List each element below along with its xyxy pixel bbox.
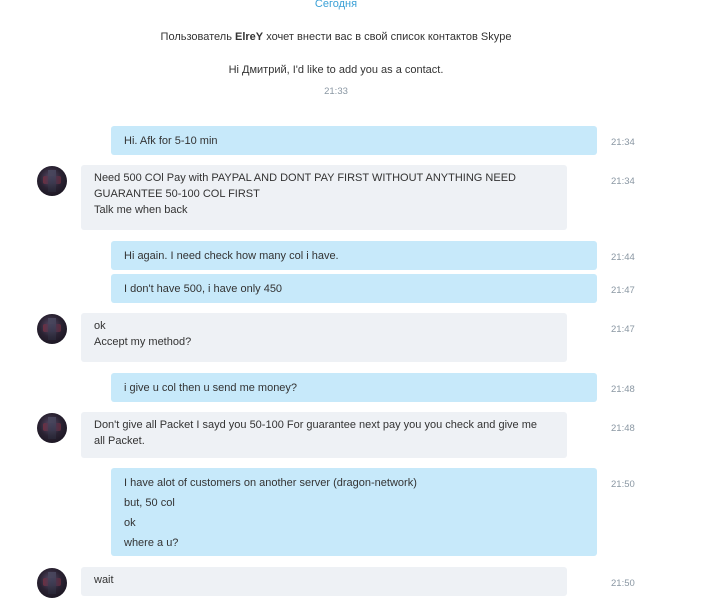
incoming-message[interactable]: Need 500 COl Pay with PAYPAL AND DONT PA… — [81, 165, 567, 230]
message-text: ok — [94, 320, 106, 332]
message-timestamp: 21:47 — [611, 324, 635, 335]
outgoing-message[interactable]: I don't have 500, i have only 450 — [111, 274, 597, 303]
message-text: but, 50 col — [124, 497, 175, 509]
message-text: Accept my method? — [94, 336, 192, 348]
contact-avatar[interactable] — [37, 568, 67, 598]
message-timestamp: 21:48 — [611, 423, 635, 434]
message-text: Don't give all Packet I sayd you 50-100 … — [94, 419, 537, 431]
message-text: I have alot of customers on another serv… — [124, 477, 417, 489]
contact-avatar[interactable] — [37, 314, 67, 344]
outgoing-message[interactable]: Hi again. I need check how many col i ha… — [111, 241, 597, 270]
contact-request-time: 21:33 — [324, 86, 348, 97]
message-text: i give u col then u send me money? — [124, 382, 298, 394]
request-prefix: Пользователь — [160, 31, 235, 43]
outgoing-message[interactable]: i give u col then u send me money? — [111, 373, 597, 402]
request-username[interactable]: ElreY — [235, 31, 263, 43]
message-timestamp: 21:44 — [611, 252, 635, 263]
message-timestamp: 21:48 — [611, 384, 635, 395]
message-text: Talk me when back — [94, 204, 188, 216]
message-text: Need 500 COl Pay with PAYPAL AND DONT PA… — [94, 172, 516, 184]
contact-avatar[interactable] — [37, 166, 67, 196]
outgoing-message[interactable]: Hi. Afk for 5-10 min — [111, 126, 597, 155]
incoming-message[interactable]: wait — [81, 567, 567, 596]
message-timestamp: 21:34 — [611, 137, 635, 148]
message-text: I don't have 500, i have only 450 — [124, 283, 283, 295]
message-timestamp: 21:47 — [611, 285, 635, 296]
message-text: Hi. Afk for 5-10 min — [124, 135, 218, 147]
message-timestamp: 21:34 — [611, 176, 635, 187]
message-text: all Packet. — [94, 435, 145, 447]
outgoing-message[interactable]: I have alot of customers on another serv… — [111, 468, 597, 556]
contact-request-text: Пользователь ElreY хочет внести вас в св… — [0, 31, 672, 43]
request-suffix: хочет внести вас в свой список контактов… — [263, 31, 512, 43]
contact-request-greeting: Hi Дмитрий, I'd like to add you as a con… — [228, 64, 444, 76]
message-text: wait — [94, 574, 114, 586]
incoming-message[interactable]: ok Accept my method? — [81, 313, 567, 362]
incoming-message[interactable]: Don't give all Packet I sayd you 50-100 … — [81, 412, 567, 458]
contact-avatar[interactable] — [37, 413, 67, 443]
message-timestamp: 21:50 — [611, 578, 635, 589]
day-separator: Сегодня — [314, 0, 358, 10]
message-timestamp: 21:50 — [611, 479, 635, 490]
message-text: Hi again. I need check how many col i ha… — [124, 250, 339, 262]
message-text: GUARANTEE 50-100 COL FIRST — [94, 188, 260, 200]
message-text: where a u? — [124, 537, 179, 549]
message-text: ok — [124, 517, 136, 529]
